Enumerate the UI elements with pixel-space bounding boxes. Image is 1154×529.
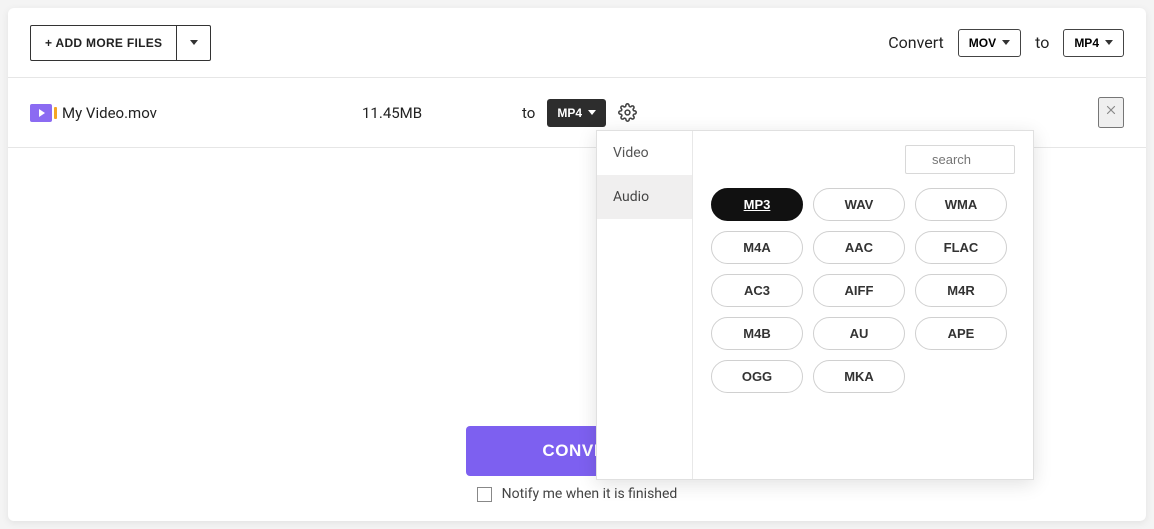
chevron-down-icon [588, 110, 596, 115]
close-icon [1104, 103, 1118, 117]
chevron-down-icon [1002, 40, 1010, 45]
format-option-wav[interactable]: WAV [813, 188, 905, 221]
topbar: + ADD MORE FILES Convert MOV to MP4 [8, 8, 1146, 78]
file-name: My Video.mov [62, 104, 362, 122]
format-option-m4r[interactable]: M4R [915, 274, 1007, 307]
format-grid: MP3 WAV WMA M4A AAC FLAC AC3 AIFF M4R M4B AU APE OGG… [711, 188, 1015, 393]
video-file-icon [30, 104, 52, 122]
notify-checkbox[interactable] [477, 487, 492, 502]
notify-row: Notify me when it is finished [8, 486, 1146, 502]
format-search-box [905, 145, 1015, 174]
format-option-aac[interactable]: AAC [813, 231, 905, 264]
format-option-m4a[interactable]: M4A [711, 231, 803, 264]
settings-button[interactable] [618, 103, 637, 122]
format-option-aiff[interactable]: AIFF [813, 274, 905, 307]
format-option-wma[interactable]: WMA [915, 188, 1007, 221]
format-tab-video[interactable]: Video [597, 131, 692, 175]
chevron-down-icon [1105, 40, 1113, 45]
row-target-format-select[interactable]: MP4 [547, 99, 606, 127]
source-format-value: MOV [969, 36, 996, 50]
target-format-select[interactable]: MP4 [1063, 29, 1124, 57]
format-option-ape[interactable]: APE [915, 317, 1007, 350]
gear-icon [618, 103, 637, 122]
format-dropdown-body: MP3 WAV WMA M4A AAC FLAC AC3 AIFF M4R M4B AU APE OGG… [693, 131, 1033, 479]
format-category-tabs: VideoAudio [597, 131, 693, 479]
source-format-select[interactable]: MOV [958, 29, 1021, 57]
row-to-label: to [522, 104, 535, 122]
row-target-format-value: MP4 [557, 106, 582, 120]
format-option-flac[interactable]: FLAC [915, 231, 1007, 264]
chevron-down-icon [190, 40, 198, 45]
format-tab-audio[interactable]: Audio [597, 175, 692, 219]
format-option-au[interactable]: AU [813, 317, 905, 350]
target-format-value: MP4 [1074, 36, 1099, 50]
format-search-input[interactable] [905, 145, 1015, 174]
format-option-mka[interactable]: MKA [813, 360, 905, 393]
app-window: + ADD MORE FILES Convert MOV to MP4 My V… [8, 8, 1146, 521]
convert-label: Convert [888, 33, 944, 52]
remove-file-button[interactable] [1098, 97, 1124, 128]
format-option-m4b[interactable]: M4B [711, 317, 803, 350]
format-option-ac3[interactable]: AC3 [711, 274, 803, 307]
topbar-right: Convert MOV to MP4 [888, 29, 1124, 57]
play-icon [39, 109, 45, 117]
format-dropdown: VideoAudio MP3 WAV WMA M4A AAC FLAC AC3 AIFF M4R… [596, 130, 1034, 480]
notify-label: Notify me when it is finished [502, 486, 678, 502]
format-option-ogg[interactable]: OGG [711, 360, 803, 393]
add-more-group: + ADD MORE FILES [30, 25, 211, 61]
format-option-mp3[interactable]: MP3 [711, 188, 803, 221]
to-label: to [1035, 33, 1049, 52]
add-more-dropdown-toggle[interactable] [177, 25, 211, 61]
add-more-files-button[interactable]: + ADD MORE FILES [30, 25, 177, 61]
file-size: 11.45MB [362, 104, 522, 122]
